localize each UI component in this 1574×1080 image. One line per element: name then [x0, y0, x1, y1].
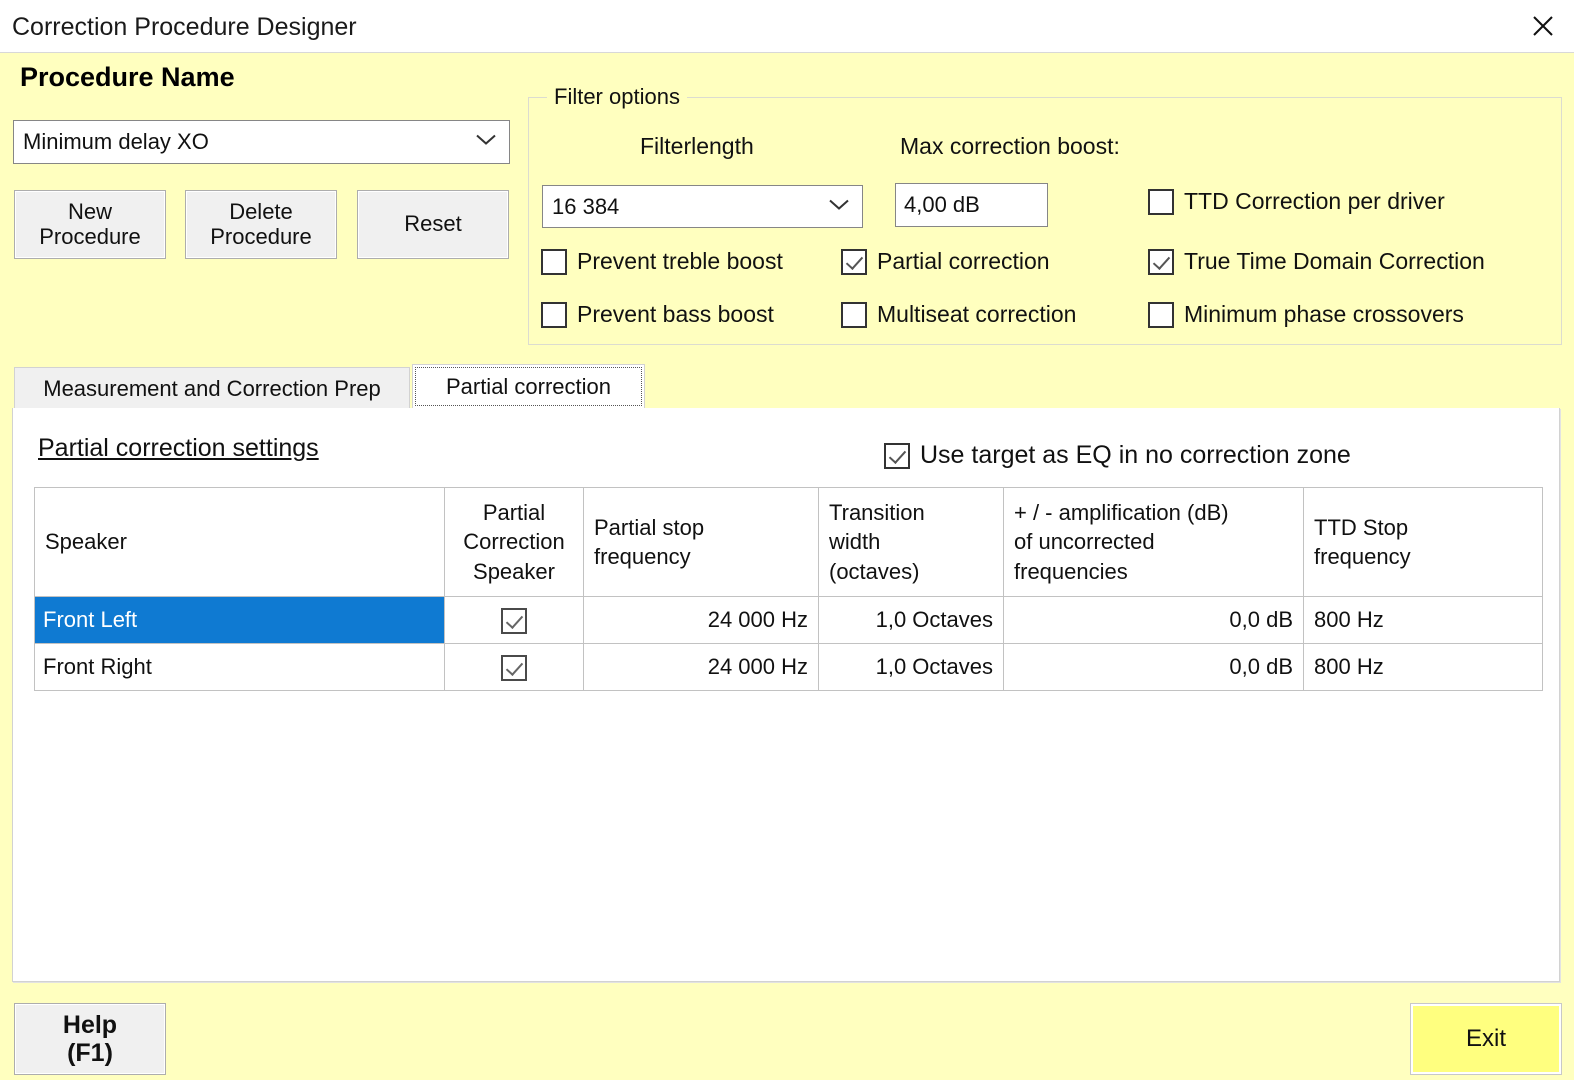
new-procedure-label-line2: Procedure [39, 223, 141, 249]
table-row[interactable]: Front Right 24 000 Hz 1,0 Octaves 0,0 dB… [34, 643, 1543, 691]
checkbox-checked-icon[interactable] [501, 607, 527, 634]
checkbox-minimum-phase-crossovers[interactable]: Minimum phase crossovers [1148, 301, 1464, 328]
window-title: Correction Procedure Designer [12, 13, 357, 41]
cell-partial-stop-frequency[interactable]: 24 000 Hz [583, 596, 819, 644]
tab-label: Partial correction [445, 374, 612, 399]
cell-amplification[interactable]: 0,0 dB [1003, 596, 1304, 644]
checkbox-icon [841, 301, 867, 328]
column-header-partial-stop-frequency[interactable]: Partial stop frequency [583, 487, 819, 597]
procedure-name-select[interactable]: Minimum delay XO [13, 120, 510, 164]
checkbox-checked-icon [841, 248, 867, 275]
checkbox-icon [541, 248, 567, 275]
cell-partial-correction-speaker[interactable] [444, 596, 584, 644]
filterlength-value: 16 384 [552, 193, 620, 219]
cell-partial-correction-speaker[interactable] [444, 643, 584, 691]
filterlength-label: Filterlength [640, 133, 754, 159]
checkbox-label: Minimum phase crossovers [1184, 301, 1464, 327]
column-header-speaker[interactable]: Speaker [34, 487, 445, 597]
checkbox-label: TTD Correction per driver [1184, 188, 1445, 214]
filterlength-select[interactable]: 16 384 [542, 185, 863, 228]
checkbox-ttd-correction-per-driver[interactable]: TTD Correction per driver [1148, 188, 1445, 215]
checkbox-icon [1148, 301, 1174, 328]
chevron-down-icon [475, 133, 497, 152]
table-header-row: Speaker Partial Correction Speaker Parti… [34, 487, 1543, 597]
help-label-line2: (F1) [67, 1039, 113, 1067]
reset-button[interactable]: Reset [357, 190, 509, 259]
header-line: of uncorrected [1014, 529, 1155, 555]
correction-procedure-designer-window: Correction Procedure Designer Procedure … [0, 0, 1574, 1080]
column-header-partial-correction-speaker[interactable]: Partial Correction Speaker [444, 487, 584, 597]
header-line: (octaves) [829, 558, 920, 584]
checkbox-icon [541, 301, 567, 328]
checkbox-checked-icon [884, 442, 910, 469]
procedure-name-value: Minimum delay XO [23, 129, 209, 154]
header-line: frequencies [1014, 558, 1128, 584]
checkbox-multiseat-correction[interactable]: Multiseat correction [841, 301, 1076, 328]
partial-correction-table: Speaker Partial Correction Speaker Parti… [34, 487, 1543, 691]
checkbox-checked-icon [1148, 248, 1174, 275]
checkbox-label: Multiseat correction [877, 301, 1077, 327]
reset-label: Reset [404, 211, 462, 237]
header-line: frequency [594, 544, 691, 569]
column-header-transition-width[interactable]: Transition width (octaves) [818, 487, 1004, 597]
max-correction-boost-label: Max correction boost: [900, 133, 1120, 159]
exit-label: Exit [1465, 1024, 1506, 1052]
header-line: Speaker [473, 558, 555, 584]
tab-partial-correction[interactable]: Partial correction [412, 364, 645, 409]
chevron-down-icon [828, 197, 850, 216]
header-line: frequency [1314, 544, 1411, 569]
checkbox-use-target-as-eq[interactable]: Use target as EQ in no correction zone [884, 441, 1351, 470]
header-line: Correction [463, 529, 565, 555]
checkbox-partial-correction[interactable]: Partial correction [841, 248, 1050, 275]
checkbox-label: Use target as EQ in no correction zone [920, 441, 1351, 469]
max-correction-boost-value: 4,00 dB [904, 192, 980, 217]
max-correction-boost-input[interactable]: 4,00 dB [895, 183, 1048, 227]
column-header-amplification[interactable]: + / - amplification (dB) of uncorrected … [1003, 487, 1304, 597]
cell-transition-width[interactable]: 1,0 Octaves [818, 643, 1004, 691]
title-bar: Correction Procedure Designer [0, 0, 1574, 53]
header-line: Transition [829, 500, 925, 526]
header-line: TTD Stop [1314, 514, 1409, 540]
exit-button[interactable]: Exit [1410, 1003, 1562, 1075]
header-line: + / - amplification (dB) [1014, 500, 1229, 526]
checkbox-icon [1148, 188, 1174, 215]
delete-procedure-label-line2: Procedure [210, 223, 312, 249]
header-line: Partial stop [594, 514, 705, 540]
header-line: Speaker [45, 529, 127, 555]
header-line: Partial [482, 500, 546, 526]
tab-label: Measurement and Correction Prep [43, 375, 381, 401]
checkbox-label: Prevent treble boost [577, 248, 783, 274]
new-procedure-button[interactable]: New Procedure [14, 190, 166, 259]
checkbox-label: True Time Domain Correction [1184, 248, 1485, 274]
checkbox-prevent-treble-boost[interactable]: Prevent treble boost [541, 248, 783, 275]
partial-correction-settings-title: Partial correction settings [38, 434, 319, 462]
procedure-name-label: Procedure Name [20, 62, 235, 92]
checkbox-label: Partial correction [877, 248, 1050, 274]
close-icon[interactable] [1512, 0, 1574, 52]
cell-transition-width[interactable]: 1,0 Octaves [818, 596, 1004, 644]
header-line: width [829, 529, 881, 555]
delete-procedure-button[interactable]: Delete Procedure [185, 190, 337, 259]
cell-partial-stop-frequency[interactable]: 24 000 Hz [583, 643, 819, 691]
checkbox-checked-icon[interactable] [501, 654, 527, 681]
column-header-ttd-stop-frequency[interactable]: TTD Stop frequency [1303, 487, 1543, 597]
help-label-line1: Help [62, 1011, 118, 1039]
checkbox-true-time-domain-correction[interactable]: True Time Domain Correction [1148, 248, 1485, 275]
cell-ttd-stop-frequency[interactable]: 800 Hz [1303, 596, 1543, 644]
checkbox-label: Prevent bass boost [577, 301, 774, 327]
filter-options-title: Filter options [547, 84, 687, 110]
table-row[interactable]: Front Left 24 000 Hz 1,0 Octaves 0,0 dB … [34, 596, 1543, 644]
cell-ttd-stop-frequency[interactable]: 800 Hz [1303, 643, 1543, 691]
checkbox-prevent-bass-boost[interactable]: Prevent bass boost [541, 301, 774, 328]
new-procedure-label-line1: New [67, 198, 112, 224]
cell-speaker[interactable]: Front Left [34, 596, 445, 644]
cell-speaker[interactable]: Front Right [34, 643, 445, 691]
help-button[interactable]: Help (F1) [14, 1003, 166, 1075]
tab-measurement-and-correction-prep[interactable]: Measurement and Correction Prep [14, 367, 410, 409]
delete-procedure-label-line1: Delete [229, 198, 293, 224]
cell-amplification[interactable]: 0,0 dB [1003, 643, 1304, 691]
